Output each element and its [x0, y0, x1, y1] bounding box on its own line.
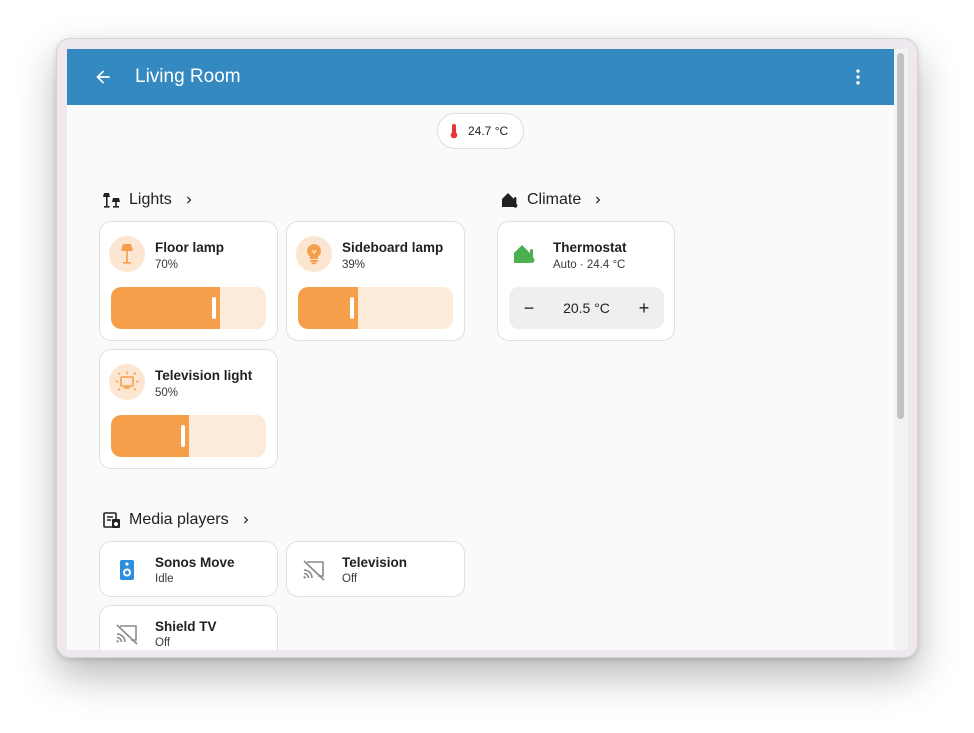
cast-off-icon[interactable]: [301, 558, 327, 582]
browser-window: Living Room 24.7 °C Lights Floor lamp 70…: [56, 38, 918, 658]
vertical-scrollbar[interactable]: [894, 49, 908, 650]
light-name: Television light: [155, 368, 253, 383]
speaker-icon[interactable]: [114, 558, 140, 582]
temperature-value: 24.7 °C: [468, 124, 509, 138]
scrollbar-thumb[interactable]: [897, 53, 904, 419]
slider-handle[interactable]: [181, 425, 185, 447]
climate-tile-thermostat[interactable]: Thermostat Auto · 24.4 °C − 20.5 °C +: [497, 221, 675, 341]
floor-lamp-icon[interactable]: [109, 236, 145, 272]
dashboard-viewport: Living Room 24.7 °C Lights Floor lamp 70…: [67, 49, 908, 650]
temperature-badge[interactable]: 24.7 °C: [437, 113, 524, 149]
brightness-fill: [111, 415, 189, 457]
media-state: Idle: [155, 573, 174, 585]
decrease-temperature-button[interactable]: −: [521, 298, 537, 319]
media-name: Sonos Move: [155, 555, 235, 570]
page-title: Living Room: [135, 66, 241, 87]
brightness-slider[interactable]: [298, 287, 453, 329]
light-tile-floor-lamp[interactable]: Floor lamp 70%: [99, 221, 278, 341]
increase-temperature-button[interactable]: +: [636, 298, 652, 319]
light-state: 50%: [155, 387, 179, 399]
back-arrow-icon[interactable]: [93, 67, 113, 87]
television-ambient-light-icon[interactable]: [109, 364, 145, 400]
target-temperature-control: − 20.5 °C +: [509, 287, 664, 329]
brightness-fill: [111, 287, 220, 329]
light-state: 39%: [342, 259, 366, 271]
media-tile-sonos-move[interactable]: Sonos Move Idle: [99, 541, 278, 597]
chevron-right-icon: [243, 516, 248, 524]
lamps-icon: [103, 193, 120, 208]
light-tile-television-light[interactable]: Television light 50%: [99, 349, 278, 469]
light-state: 70%: [155, 259, 179, 271]
section-lights-heading[interactable]: Lights: [103, 188, 196, 212]
multimedia-icon: [103, 512, 120, 528]
target-temperature-value: 20.5 °C: [563, 300, 610, 316]
brightness-slider[interactable]: [111, 287, 266, 329]
media-tile-television[interactable]: Television Off: [286, 541, 465, 597]
media-state: Off: [342, 573, 358, 585]
section-media-heading[interactable]: Media players: [103, 508, 253, 532]
chevron-right-icon: [186, 196, 192, 204]
media-tile-shield-tv[interactable]: Shield TV Off: [99, 605, 278, 650]
section-climate-heading[interactable]: Climate: [501, 188, 605, 212]
light-name: Floor lamp: [155, 240, 225, 255]
section-climate-title: Climate: [527, 191, 582, 208]
brightness-fill: [298, 287, 358, 329]
cast-off-icon[interactable]: [114, 622, 140, 646]
section-lights-title: Lights: [129, 191, 172, 208]
light-name: Sideboard lamp: [342, 240, 444, 255]
chevron-right-icon: [596, 196, 601, 204]
thermometer-icon: [450, 124, 458, 139]
media-name: Television: [342, 555, 408, 570]
media-state: Off: [155, 637, 171, 649]
climate-state: Auto · 24.4 °C: [553, 259, 626, 271]
section-media-title: Media players: [129, 511, 229, 528]
climate-name: Thermostat: [553, 240, 627, 255]
app-bar: Living Room: [67, 49, 894, 105]
home-thermometer-icon: [502, 193, 518, 208]
slider-handle[interactable]: [350, 297, 354, 319]
media-name: Shield TV: [155, 619, 217, 634]
slider-handle[interactable]: [212, 297, 216, 319]
more-vertical-icon[interactable]: [848, 67, 868, 87]
light-tile-sideboard-lamp[interactable]: Sideboard lamp 39%: [286, 221, 465, 341]
brightness-slider[interactable]: [111, 415, 266, 457]
home-thermometer-icon[interactable]: [507, 236, 543, 272]
lightbulb-icon[interactable]: [296, 236, 332, 272]
